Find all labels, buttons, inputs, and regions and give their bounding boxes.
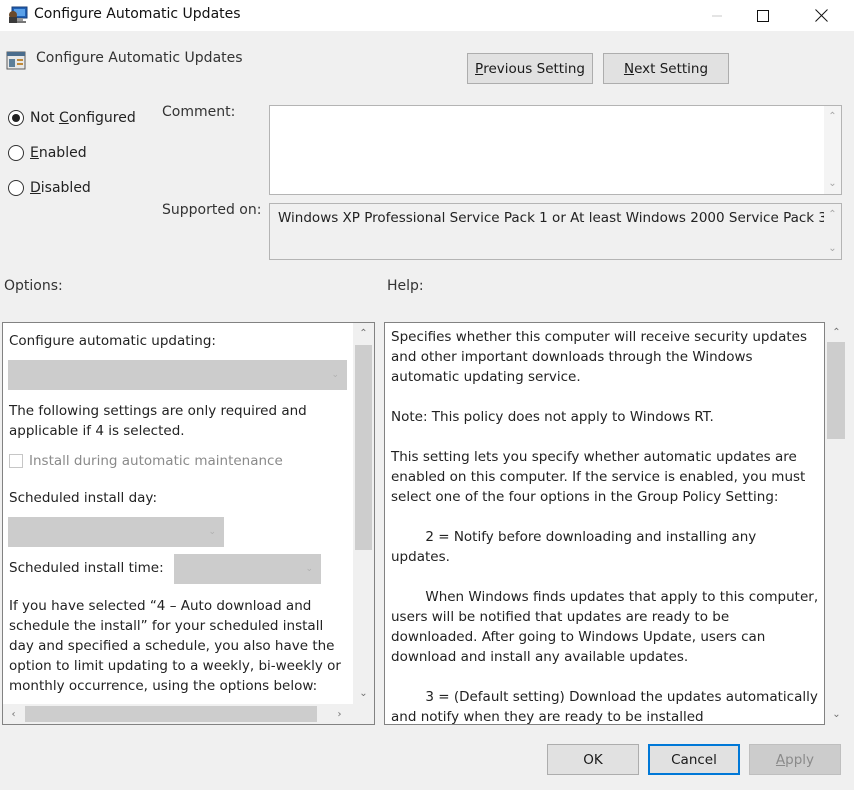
scroll-up-icon[interactable]: ⌃ — [828, 324, 845, 341]
scroll-right-icon[interactable]: › — [331, 706, 348, 723]
supported-on-value: Windows XP Professional Service Pack 1 o… — [278, 210, 828, 226]
help-paragraph: 3 = (Default setting) Download the updat… — [391, 689, 823, 725]
radio-button[interactable] — [8, 180, 24, 196]
scroll-down-icon[interactable]: ⌄ — [828, 706, 845, 723]
previous-setting-button[interactable]: Previous Setting — [467, 53, 593, 84]
checkbox-label: Install during automatic maintenance — [29, 453, 283, 469]
maximize-icon — [757, 9, 769, 22]
options-horizontal-scrollbar[interactable]: ‹ › — [3, 704, 353, 724]
group-policy-app-icon — [9, 6, 28, 23]
configure-updating-dropdown[interactable]: ⌄ — [8, 360, 347, 390]
minimize-button[interactable] — [694, 0, 740, 31]
scroll-left-icon[interactable]: ‹ — [5, 706, 22, 723]
install-day-label: Scheduled install day: — [9, 490, 157, 506]
install-time-dropdown[interactable]: ⌄ — [174, 554, 321, 584]
options-vertical-scrollbar[interactable]: ⌃ ⌄ — [353, 323, 374, 704]
help-paragraph: Note: This policy does not apply to Wind… — [391, 409, 714, 425]
install-day-dropdown[interactable]: ⌄ — [8, 517, 224, 547]
help-vertical-scrollbar[interactable]: ⌃ ⌄ — [826, 322, 846, 725]
comment-scrollbar[interactable]: ⌃ ⌄ — [824, 106, 841, 194]
settings-note: The following settings are only required… — [9, 403, 307, 439]
ok-button[interactable]: OK — [547, 744, 639, 775]
scroll-up-icon[interactable]: ⌃ — [824, 206, 841, 223]
scroll-up-icon[interactable]: ⌃ — [355, 325, 372, 342]
apply-button[interactable]: Apply — [749, 744, 841, 775]
help-label: Help: — [387, 278, 424, 294]
install-time-label: Scheduled install time: — [9, 560, 164, 576]
button-label: ext Setting — [634, 60, 709, 77]
window-title: Configure Automatic Updates — [34, 6, 241, 22]
scroll-up-icon[interactable]: ⌃ — [824, 108, 841, 125]
policy-setting-icon — [6, 51, 26, 70]
options-pane: Configure automatic updating: ⌄ The foll… — [2, 322, 375, 725]
comment-label: Comment: — [162, 104, 236, 120]
scroll-down-icon[interactable]: ⌄ — [824, 240, 841, 257]
minimize-icon — [712, 15, 722, 16]
chevron-down-icon: ⌄ — [208, 527, 216, 537]
next-setting-button[interactable]: Next Setting — [603, 53, 729, 84]
comment-textarea[interactable]: ⌃ ⌄ — [269, 105, 842, 195]
scrollbar-thumb[interactable] — [25, 706, 317, 722]
radio-label: Enabled — [30, 145, 87, 161]
scrollbar-corner — [353, 704, 374, 724]
schedule-note: If you have selected “4 – Auto download … — [9, 598, 341, 694]
radio-selected-dot — [12, 114, 20, 122]
radio-button[interactable] — [8, 145, 24, 161]
radio-disabled[interactable]: Disabled — [8, 180, 91, 196]
supported-on-label: Supported on: — [162, 202, 262, 218]
close-icon — [814, 9, 828, 22]
scroll-down-icon[interactable]: ⌄ — [824, 175, 841, 192]
chevron-down-icon: ⌄ — [305, 564, 313, 574]
help-paragraph: 2 = Notify before downloading and instal… — [391, 529, 761, 565]
maximize-button[interactable] — [740, 0, 786, 31]
scrollbar-thumb[interactable] — [827, 342, 845, 439]
radio-button[interactable] — [8, 110, 24, 126]
accelerator-key: A — [775, 751, 786, 768]
radio-enabled[interactable]: Enabled — [8, 145, 87, 161]
radio-label: Not Configured — [30, 110, 136, 126]
button-label: pply — [785, 751, 815, 768]
radio-not-configured[interactable]: Not Configured — [8, 110, 136, 126]
accelerator-key: N — [623, 60, 635, 77]
title-bar: Configure Automatic Updates — [0, 0, 854, 31]
configure-updating-label: Configure automatic updating: — [9, 333, 216, 349]
help-paragraph: Specifies whether this computer will rec… — [391, 329, 812, 385]
button-label: revious Setting — [483, 60, 585, 77]
supported-on-field: Windows XP Professional Service Pack 1 o… — [269, 203, 842, 260]
help-paragraph: This setting lets you specify whether au… — [391, 449, 810, 505]
cancel-button[interactable]: Cancel — [648, 744, 740, 775]
help-pane: Specifies whether this computer will rec… — [384, 322, 825, 725]
supported-scrollbar[interactable]: ⌃ ⌄ — [824, 204, 841, 259]
install-maintenance-checkbox[interactable] — [9, 454, 23, 468]
scrollbar-thumb[interactable] — [355, 345, 372, 550]
accelerator-key: P — [475, 60, 484, 77]
close-button[interactable] — [798, 0, 844, 31]
help-text: Specifies whether this computer will rec… — [391, 327, 823, 725]
policy-title: Configure Automatic Updates — [36, 50, 243, 66]
help-paragraph: When Windows finds updates that apply to… — [391, 589, 823, 665]
install-maintenance-checkbox-row[interactable]: Install during automatic maintenance — [9, 453, 283, 469]
scroll-down-icon[interactable]: ⌄ — [355, 685, 372, 702]
options-label: Options: — [4, 278, 63, 294]
radio-label: Disabled — [30, 180, 91, 196]
chevron-down-icon: ⌄ — [331, 370, 339, 380]
